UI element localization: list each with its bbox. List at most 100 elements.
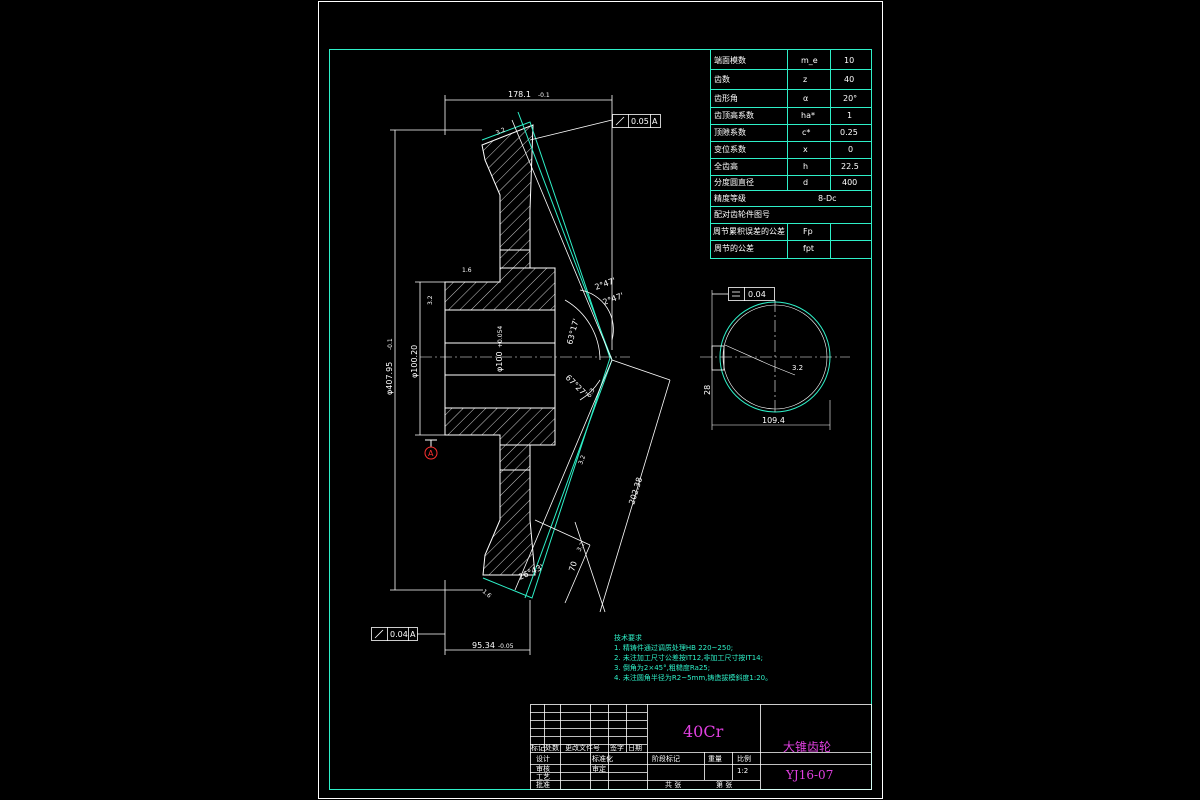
tb-approve: 批准 <box>536 780 550 789</box>
dim-ang-d: 67°27' <box>564 373 589 398</box>
param-sym-7: d <box>803 178 808 187</box>
dim-bore-tol: +0.054 <box>497 326 504 348</box>
runout-top-datum: A <box>652 117 658 126</box>
hatch-upper-rim <box>481 124 534 251</box>
h-sign: 签字 <box>610 743 624 752</box>
dim-top-tol: -0.1 <box>538 92 550 99</box>
param-val-4: 0.25 <box>840 128 858 137</box>
keyway-width: 28 <box>703 385 712 395</box>
param-name-1: 齿数 <box>714 74 730 84</box>
param-val-7: 400 <box>842 178 857 187</box>
param-sym-2: α <box>803 94 808 103</box>
dim-dia-outer: φ407.95 <box>385 362 394 395</box>
cad-drawing: 端面模数 m_e 10 齿数 z 40 齿形角 α 20° 齿顶高系数 ha* … <box>318 1 883 799</box>
h-mark: 标记 <box>531 743 545 752</box>
param-val-6: 22.5 <box>841 162 859 171</box>
mating-name: 配对齿轮件图号 <box>714 209 770 219</box>
param-name-7: 分度圆直径 <box>714 177 754 187</box>
notes-line-1: 2. 未注加工尺寸公差按IT12,非加工尺寸按IT14; <box>614 653 763 662</box>
param-val-2: 20° <box>843 94 857 103</box>
runout-bottom-value: 0.04 <box>390 630 408 639</box>
runout-bottom-datum: A <box>410 630 416 639</box>
tb-weight: 重量 <box>708 755 722 763</box>
dim-bottom: 95.34 <box>472 641 495 650</box>
sf-a: 3.2 <box>495 126 507 136</box>
param-name-6: 全齿高 <box>714 161 738 171</box>
notes-line-0: 1. 精铸件通过调质处理HB 220~250; <box>614 643 733 652</box>
sf-c: 3.2 <box>427 295 434 305</box>
web-lower <box>499 444 531 471</box>
section-view <box>700 290 850 430</box>
tb-sheets-total: 共 张 <box>665 780 681 789</box>
web-upper <box>499 249 531 269</box>
section-sf: 3.2 <box>792 364 803 372</box>
param-val-1: 40 <box>844 75 854 84</box>
tb-stage: 阶段标记 <box>652 754 680 763</box>
tb-check: 审核 <box>536 764 550 773</box>
notes-line-3: 4. 未注圆角半径为R2~5mm,铸造拔模斜度1:20。 <box>614 673 772 682</box>
param-val-0: 10 <box>844 56 854 65</box>
dim-top: 178.1 <box>508 90 531 99</box>
param-name-2: 齿形角 <box>714 93 738 103</box>
param-name-4: 顶隙系数 <box>714 127 746 137</box>
sf-b: 1.6 <box>462 267 472 274</box>
tb-sheet-no: 第 张 <box>716 780 732 789</box>
inner-border <box>329 49 872 790</box>
sf-d: 3.2 <box>577 454 587 466</box>
dim-dia-outer-tol: -0.1 <box>387 338 394 350</box>
param-sym-6: h <box>803 162 808 171</box>
param-sym-0: m_e <box>801 56 818 65</box>
title-block-text: 40Cr 大锥齿轮 YJ16-07 标记 处数 更改文件号 签字 日期 设计 标… <box>531 722 833 789</box>
tb-review: 审定 <box>592 764 606 773</box>
tb-design: 设计 <box>536 754 550 763</box>
dim-70: 70 <box>567 560 579 572</box>
param-name-0: 端面模数 <box>714 55 746 65</box>
sf-e: 1.6 <box>481 588 493 600</box>
keyway-dim: 109.4 <box>762 416 785 425</box>
datum-a-label: A <box>428 449 434 458</box>
technical-notes: 技术要求 1. 精铸件通过调质处理HB 220~250; 2. 未注加工尺寸公差… <box>614 633 772 682</box>
hatch-lower-hub <box>444 407 556 446</box>
hatch-lower-rim <box>482 469 536 576</box>
tb-scale: 1:2 <box>737 767 748 775</box>
tb-process: 工艺 <box>536 773 550 781</box>
tol-name-1: 周节的公差 <box>714 243 754 253</box>
dim-ang-b: 2°47' <box>602 291 625 307</box>
param-name-5: 变位系数 <box>714 144 746 154</box>
param-name-3: 齿顶高系数 <box>714 110 754 120</box>
tol-name-0: 周节累积误差的公差 <box>713 226 785 236</box>
tol-val-1: fpt <box>803 244 814 253</box>
h-file: 更改文件号 <box>565 743 600 752</box>
gear-section <box>420 111 630 599</box>
dim-ang-c: 63°17' <box>565 318 581 346</box>
tol-val-0: Fp <box>803 227 813 236</box>
dim-dia-bore: φ100 <box>495 351 504 372</box>
runout-top-value: 0.05 <box>631 117 649 126</box>
param-sym-1: z <box>803 75 807 84</box>
tb-std: 标准化 <box>592 754 613 763</box>
param-val-3: 1 <box>847 111 852 120</box>
sf-f: 6.3 <box>586 387 597 399</box>
part-name: 大锥齿轮 <box>783 740 831 754</box>
notes-title: 技术要求 <box>614 633 642 642</box>
drawing-no: YJ16-07 <box>785 768 833 782</box>
runout-frame-bottom <box>371 627 445 641</box>
flatness-value: 0.04 <box>748 290 766 299</box>
h-date: 日期 <box>628 744 642 752</box>
notes-line-2: 3. 倒角为2×45°,粗糙度Ra25; <box>614 663 710 672</box>
param-val-5: 0 <box>848 145 853 154</box>
outer-border <box>318 1 883 799</box>
tb-scale-label: 比例 <box>737 754 751 763</box>
dim-cone-len: 202.38 <box>627 476 644 505</box>
param-sym-3: ha* <box>801 111 815 120</box>
precision-name: 精度等级 <box>714 193 746 203</box>
param-sym-5: x <box>803 145 808 154</box>
param-sym-4: c* <box>802 128 810 137</box>
h-count: 处数 <box>545 743 559 752</box>
dim-dia-mid: φ100.20 <box>410 345 419 378</box>
dim-ang-a: 2°47' <box>594 276 617 292</box>
dim-bottom-tol: -0.05 <box>498 643 514 650</box>
precision-val: 8-Dc <box>818 194 837 203</box>
hatch-upper-hub <box>444 267 556 311</box>
material: 40Cr <box>683 722 724 741</box>
